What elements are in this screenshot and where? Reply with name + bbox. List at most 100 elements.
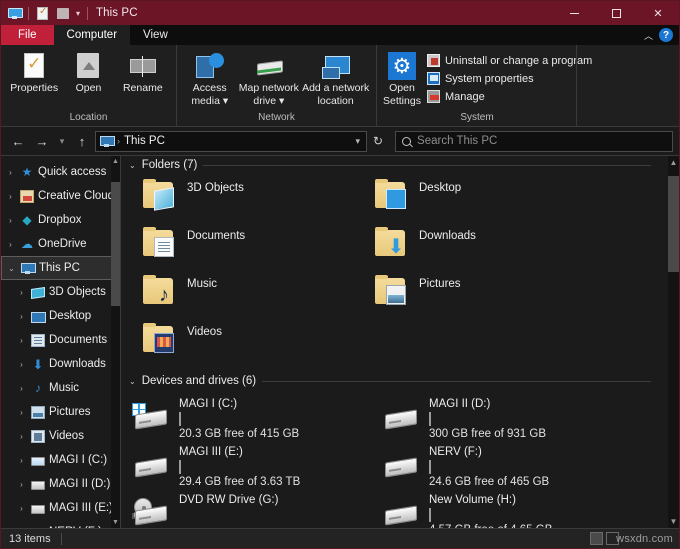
details-view-button[interactable] — [590, 532, 603, 545]
group-label-network: Network — [258, 112, 295, 123]
map-network-drive-icon — [254, 51, 284, 81]
sidebar-item-onedrive[interactable]: › ☁ OneDrive — [1, 232, 120, 256]
expander-icon[interactable]: › — [16, 480, 27, 489]
scroll-down-icon[interactable]: ▼ — [668, 515, 679, 528]
folder-item[interactable]: Desktop — [375, 178, 607, 226]
folder-item[interactable]: 3D Objects — [143, 178, 375, 226]
group-label-location: Location — [69, 112, 108, 123]
expander-icon[interactable]: › — [16, 336, 27, 345]
close-button[interactable]: ✕ — [637, 1, 679, 25]
drive-item[interactable]: DVD DVD RW Drive (G:) — [131, 490, 381, 528]
window-title: This PC — [96, 7, 138, 19]
chevron-down-icon[interactable]: ▾ — [351, 136, 364, 147]
this-pc-icon[interactable] — [6, 5, 23, 22]
minimize-button[interactable] — [553, 1, 595, 25]
search-input[interactable]: Search This PC — [395, 130, 673, 152]
content-scrollbar[interactable]: ▲ ▼ — [668, 156, 679, 528]
folder-item[interactable]: ⬇ Downloads — [375, 226, 607, 274]
scroll-up-icon[interactable]: ▲ — [111, 156, 120, 167]
drive-item[interactable]: MAGI II (D:) 300 GB free of 931 GB — [381, 394, 631, 442]
expander-icon[interactable]: › — [16, 384, 27, 393]
folder-item[interactable]: Documents — [143, 226, 375, 274]
up-button[interactable]: ↑ — [71, 130, 93, 152]
recent-locations-icon[interactable]: ▾ — [55, 130, 69, 152]
tab-computer[interactable]: Computer — [53, 25, 131, 45]
chevron-down-icon[interactable]: ⌄ — [129, 161, 136, 170]
drive-item[interactable]: NERV (F:) 24.6 GB free of 465 GB — [381, 442, 631, 490]
navigation-pane: ▲ ▼ › ★ Quick access › Creative Cloud Fil › ◆ D… — [1, 156, 121, 528]
sidebar-item-videos[interactable]: › Videos — [1, 424, 120, 448]
tab-view[interactable]: View — [130, 25, 181, 45]
folder-videos-icon — [143, 323, 177, 356]
folder-desktop-icon — [375, 179, 409, 212]
expander-icon[interactable]: › — [16, 456, 27, 465]
open-settings-button[interactable]: ⚙ Open Settings — [383, 48, 421, 107]
address-bar[interactable]: › This PC ▾ — [95, 130, 367, 152]
sidebar-item-dropbox[interactable]: › ◆ Dropbox — [1, 208, 120, 232]
system-properties-label: System properties — [444, 72, 534, 85]
uninstall-program-item[interactable]: Uninstall or change a program — [425, 52, 592, 69]
manage-item[interactable]: Manage — [425, 88, 592, 105]
add-network-location-button[interactable]: Add a network location — [301, 48, 370, 107]
expander-icon[interactable]: › — [16, 432, 27, 441]
expander-icon[interactable]: › — [16, 312, 27, 321]
sidebar-item-magi-i-c[interactable]: › MAGI I (C:) — [1, 448, 120, 472]
expander-icon[interactable]: ⌄ — [6, 264, 17, 273]
rename-button[interactable]: Rename — [116, 48, 170, 94]
scroll-down-icon[interactable]: ▼ — [111, 517, 120, 528]
sidebar-item-nerv-f[interactable]: ›NERV (F:) — [1, 520, 120, 528]
sidebar-item-this-pc[interactable]: ⌄ This PC — [1, 256, 120, 280]
sidebar-item-music[interactable]: › ♪ Music — [1, 376, 120, 400]
folder-icon[interactable] — [54, 5, 71, 22]
expander-icon[interactable]: › — [16, 504, 27, 513]
maximize-button[interactable] — [595, 1, 637, 25]
chevron-down-icon[interactable]: ⌄ — [129, 377, 136, 386]
sidebar-scrollbar[interactable]: ▲ ▼ — [111, 156, 120, 528]
expander-icon[interactable]: › — [5, 216, 16, 225]
folder-item[interactable]: Videos — [143, 322, 375, 370]
drive-item[interactable]: MAGI III (E:) 29.4 GB free of 3.63 TB — [131, 442, 381, 490]
expander-icon[interactable]: › — [16, 360, 27, 369]
access-media-button[interactable]: Access media ▾ — [183, 48, 236, 107]
expander-icon[interactable]: › — [5, 168, 16, 177]
collapse-ribbon-icon[interactable]: ︿ — [644, 29, 653, 42]
help-icon[interactable]: ? — [659, 28, 673, 42]
properties-button[interactable]: Properties — [7, 48, 61, 94]
uninstall-icon — [426, 54, 440, 67]
drive-item[interactable]: New Volume (H:)4.57 GB free of 4.65 GB — [381, 490, 631, 528]
tab-file[interactable]: File — [1, 25, 54, 45]
drive-item[interactable]: MAGI I (C:) 20.3 GB free of 415 GB — [131, 394, 381, 442]
expander-icon[interactable]: › — [5, 240, 16, 249]
content-scroll-thumb[interactable] — [668, 176, 679, 272]
breadcrumb[interactable]: This PC — [124, 135, 165, 147]
sidebar-item-pictures[interactable]: › Pictures — [1, 400, 120, 424]
sidebar-item-magi-ii-d[interactable]: › MAGI II (D:) — [1, 472, 120, 496]
open-button[interactable]: Open — [61, 48, 115, 94]
chevron-down-icon[interactable]: ▾ — [76, 9, 80, 18]
window-controls: ✕ — [553, 1, 679, 25]
sidebar-item-label: Dropbox — [38, 214, 82, 226]
folder-pictures-icon — [375, 275, 409, 308]
expander-icon[interactable]: › — [16, 288, 27, 297]
back-button[interactable]: ← — [7, 130, 29, 152]
forward-button[interactable]: → — [31, 130, 53, 152]
scroll-up-icon[interactable]: ▲ — [668, 156, 679, 169]
sidebar-item-desktop[interactable]: › Desktop — [1, 304, 120, 328]
refresh-icon[interactable]: ↻ — [369, 134, 387, 148]
sidebar-scroll-thumb[interactable] — [111, 182, 120, 306]
folders-group-header[interactable]: ⌄ Folders (7) — [121, 156, 679, 174]
drives-group-header[interactable]: ⌄ Devices and drives (6) — [121, 372, 679, 390]
system-properties-item[interactable]: System properties — [425, 70, 592, 87]
sidebar-item-quick-access[interactable]: › ★ Quick access — [1, 160, 120, 184]
sidebar-item-creative-cloud-fil[interactable]: › Creative Cloud Fil — [1, 184, 120, 208]
sidebar-item-magi-iii-e[interactable]: › MAGI III (E:) — [1, 496, 120, 520]
sidebar-item-3d-objects[interactable]: › 3D Objects — [1, 280, 120, 304]
expander-icon[interactable]: › — [16, 408, 27, 417]
properties-icon[interactable] — [34, 5, 51, 22]
folder-item[interactable]: ♪ Music — [143, 274, 375, 322]
folder-item[interactable]: Pictures — [375, 274, 607, 322]
sidebar-item-documents[interactable]: › Documents — [1, 328, 120, 352]
map-network-drive-button[interactable]: Map network drive ▾ — [236, 48, 301, 107]
sidebar-item-downloads[interactable]: › ⬇ Downloads — [1, 352, 120, 376]
expander-icon[interactable]: › — [5, 192, 16, 201]
